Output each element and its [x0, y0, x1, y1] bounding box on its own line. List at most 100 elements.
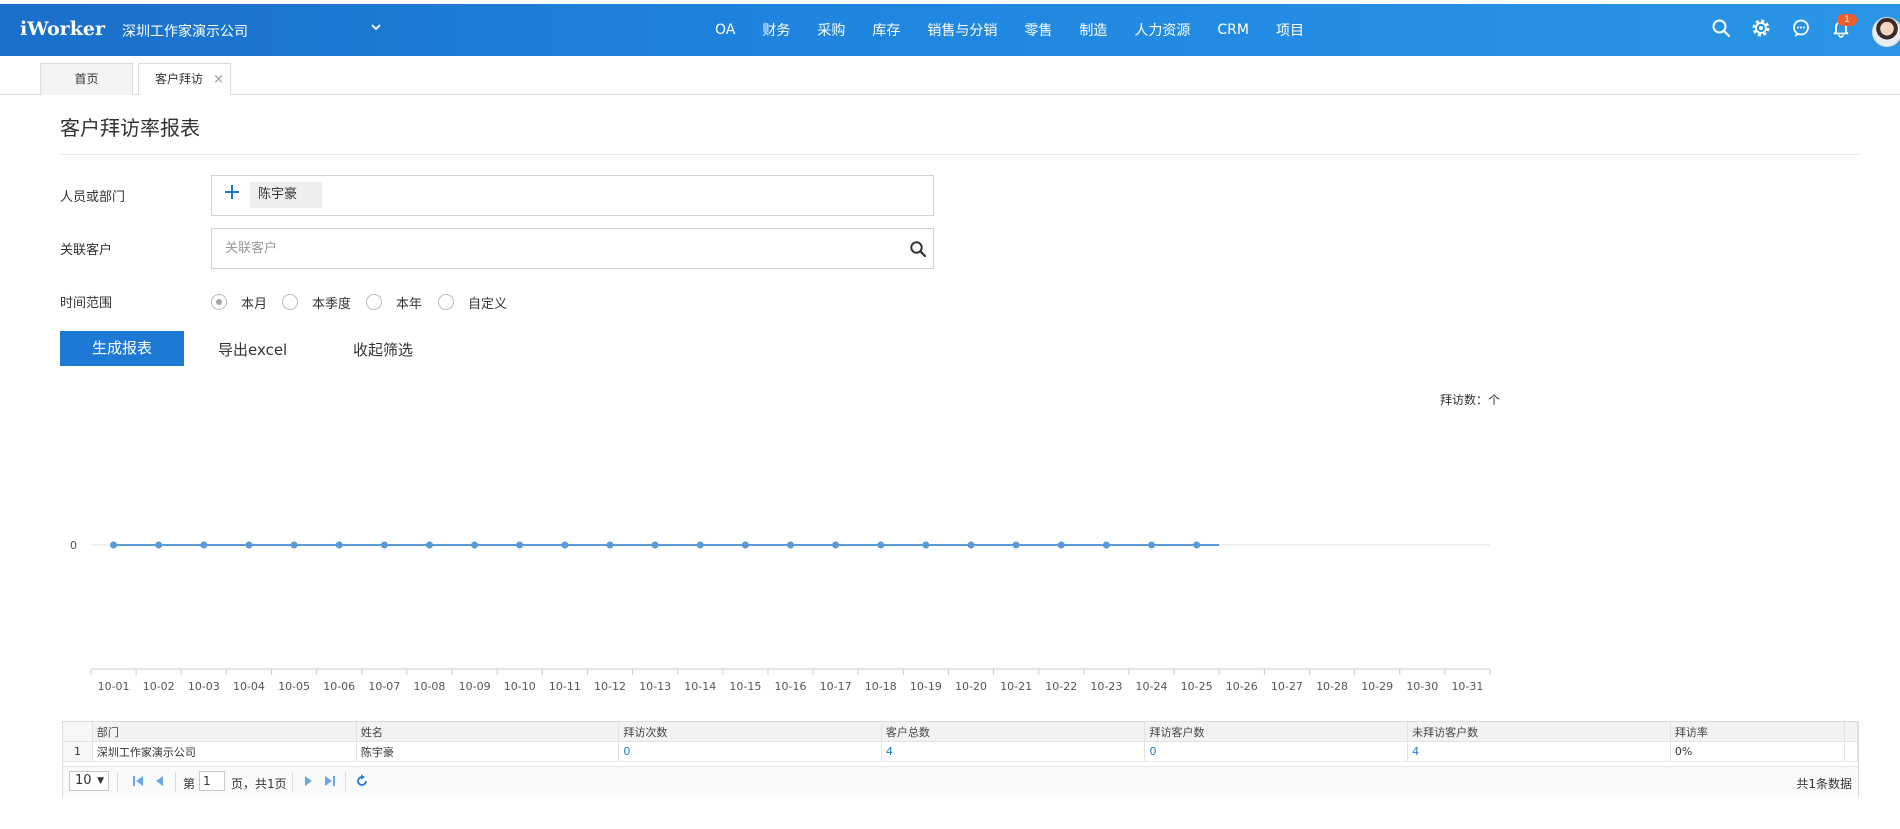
- radio-button: [366, 294, 382, 310]
- data-point: [561, 541, 569, 549]
- cell-unvisited-link[interactable]: 4: [1407, 741, 1671, 762]
- x-tick-label: 10-04: [233, 680, 265, 693]
- tab-home[interactable]: 首页: [40, 63, 133, 95]
- x-tick-label: 10-27: [1271, 680, 1303, 693]
- page-title: 客户拜访率报表: [60, 116, 200, 140]
- data-point: [471, 541, 479, 549]
- x-tick-label: 10-30: [1406, 680, 1438, 693]
- x-tick-label: 10-09: [459, 680, 491, 693]
- cell-customers-link[interactable]: 4: [881, 741, 1146, 762]
- x-tick-label: 10-31: [1451, 680, 1483, 693]
- tab-customer-visit[interactable]: 客户拜访 ×: [138, 63, 231, 95]
- table-row[interactable]: 1 深圳工作家演示公司 陈宇豪 0 4 0 4 0%: [63, 741, 1859, 762]
- customer-field: [211, 228, 934, 269]
- close-icon[interactable]: ×: [213, 64, 224, 95]
- row-number: 1: [63, 741, 93, 762]
- top-navbar: iWorker 深圳工作家演示公司 OA 财务 采购 库存 销售与分销 零售 制…: [0, 4, 1900, 56]
- column-header[interactable]: 拜访次数: [618, 722, 882, 742]
- nav-finance[interactable]: 财务: [762, 20, 790, 40]
- data-point: [516, 541, 524, 549]
- pagination-bar: 10 ▼ 第 1 页，共1页 共1条数据: [63, 766, 1858, 797]
- data-point: [1102, 541, 1110, 549]
- nav-project[interactable]: 项目: [1276, 20, 1304, 40]
- search-icon[interactable]: [1710, 17, 1732, 39]
- customer-label: 关联客户: [60, 243, 113, 258]
- data-point: [787, 541, 794, 549]
- chart-unit-label: 拜访数：个: [1440, 392, 1500, 407]
- nav-hr[interactable]: 人力资源: [1134, 20, 1190, 40]
- nav-inventory[interactable]: 库存: [872, 20, 900, 40]
- column-header[interactable]: 未拜访客户数: [1407, 722, 1671, 742]
- data-point: [425, 541, 433, 549]
- radio-button: [282, 294, 298, 310]
- table-header-row: 部门 姓名 拜访次数 客户总数 拜访客户数 未拜访客户数 拜访率: [63, 722, 1859, 742]
- page-prefix: 第: [183, 777, 196, 791]
- radio-label: 本年: [396, 296, 423, 312]
- cell-name: 陈宇豪: [356, 741, 620, 762]
- page-size-select[interactable]: 10 ▼: [69, 771, 109, 791]
- x-tick-label: 10-15: [729, 680, 761, 693]
- x-tick-label: 10-29: [1361, 680, 1393, 693]
- plus-icon[interactable]: [224, 184, 240, 200]
- nav-oa[interactable]: OA: [715, 22, 735, 38]
- search-icon[interactable]: [909, 240, 927, 258]
- data-point: [922, 541, 930, 549]
- next-page-icon[interactable]: [301, 774, 315, 788]
- first-page-icon[interactable]: [131, 774, 145, 788]
- settings-icon[interactable]: [1750, 17, 1772, 39]
- person-tag[interactable]: 陈宇豪: [250, 182, 322, 208]
- x-tick-label: 10-16: [775, 680, 807, 693]
- cell-visits-link[interactable]: 0: [618, 741, 882, 762]
- x-tick-label: 10-07: [368, 680, 400, 693]
- prev-page-icon[interactable]: [153, 774, 167, 788]
- page-number-input[interactable]: 1: [199, 771, 225, 791]
- main-nav: OA 财务 采购 库存 销售与分销 零售 制造 人力资源 CRM 项目: [715, 4, 1331, 56]
- data-point: [741, 541, 749, 549]
- company-name[interactable]: 深圳工作家演示公司: [122, 21, 248, 41]
- total-count: 共1条数据: [1796, 777, 1852, 791]
- avatar[interactable]: [1872, 17, 1900, 47]
- column-filler: [1844, 722, 1859, 742]
- chat-icon[interactable]: [1790, 17, 1812, 39]
- cell-visited-link[interactable]: 0: [1144, 741, 1409, 762]
- last-page-icon[interactable]: [323, 774, 337, 788]
- refresh-icon[interactable]: [355, 774, 369, 788]
- nav-retail[interactable]: 零售: [1024, 20, 1052, 40]
- x-tick-label: 10-01: [98, 680, 130, 693]
- radio-this-year[interactable]: 本年: [366, 292, 422, 312]
- brand-logo[interactable]: iWorker: [20, 18, 105, 40]
- x-tick-label: 10-05: [278, 680, 310, 693]
- customer-search-input[interactable]: [212, 229, 933, 268]
- column-header[interactable]: 客户总数: [881, 722, 1146, 742]
- report-table: 部门 姓名 拜访次数 客户总数 拜访客户数 未拜访客户数 拜访率 1 深圳工作家…: [62, 721, 1859, 797]
- visit-line-chart: 0 拜访数：个 10-01 10-02 10-03 10-04 10-05 10-06 10-0…: [70, 392, 1500, 693]
- column-header[interactable]: 姓名: [356, 722, 620, 742]
- radio-label: 本季度: [312, 296, 352, 312]
- cell-rate: 0%: [1670, 741, 1845, 762]
- radio-this-quarter[interactable]: 本季度: [282, 292, 351, 312]
- column-header[interactable]: 拜访率: [1670, 722, 1845, 742]
- column-header[interactable]: 拜访客户数: [1144, 722, 1409, 742]
- export-excel-button[interactable]: 导出excel: [218, 339, 287, 360]
- person-selector[interactable]: 陈宇豪: [211, 175, 934, 216]
- nav-crm[interactable]: CRM: [1217, 22, 1249, 38]
- data-point: [290, 541, 298, 549]
- chevron-down-icon[interactable]: [368, 19, 384, 35]
- nav-manufacturing[interactable]: 制造: [1079, 20, 1107, 40]
- column-header[interactable]: 部门: [92, 722, 357, 742]
- x-tick-label: 10-18: [865, 680, 897, 693]
- data-point: [1012, 541, 1020, 549]
- pager-divider: [117, 772, 118, 792]
- x-tick-label: 10-10: [504, 680, 536, 693]
- nav-purchase[interactable]: 采购: [817, 20, 845, 40]
- tab-bar: 首页 客户拜访 ×: [0, 56, 1900, 95]
- x-tick-label: 10-11: [549, 680, 581, 693]
- collapse-filter-button[interactable]: 收起筛选: [353, 339, 413, 360]
- data-point: [1193, 541, 1201, 549]
- nav-sales-distribution[interactable]: 销售与分销: [927, 20, 997, 40]
- radio-this-month[interactable]: 本月: [211, 292, 267, 312]
- x-tick-label: 10-21: [1000, 680, 1032, 693]
- person-label: 人员或部门: [60, 190, 126, 205]
- radio-custom[interactable]: 自定义: [438, 292, 507, 312]
- generate-report-button[interactable]: 生成报表: [60, 331, 184, 366]
